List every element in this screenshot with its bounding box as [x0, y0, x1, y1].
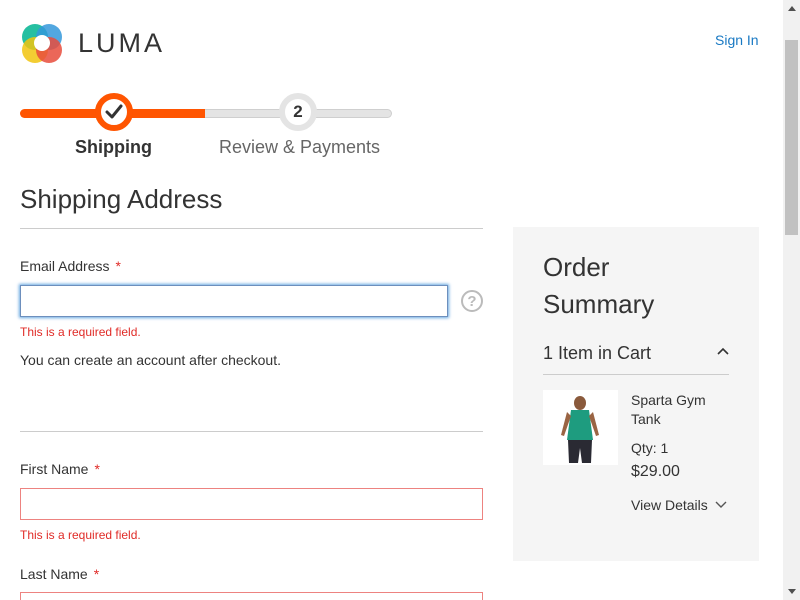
- email-field[interactable]: [20, 285, 448, 317]
- divider: [20, 431, 483, 432]
- logo-text: LUMA: [78, 27, 166, 58]
- account-note: You can create an account after checkout…: [20, 352, 281, 368]
- scroll-down-arrow[interactable]: [783, 583, 800, 600]
- chevron-down-icon: [715, 501, 727, 508]
- step-shipping-label: Shipping: [75, 137, 152, 157]
- divider: [20, 228, 483, 229]
- product-price: $29.00: [631, 463, 680, 480]
- email-label: Email Address *: [20, 258, 121, 274]
- help-icon[interactable]: ?: [461, 290, 483, 312]
- triangle-up-icon: [787, 6, 796, 11]
- luma-logo-icon: [22, 24, 62, 63]
- scrollbar-thumb[interactable]: [785, 40, 798, 235]
- email-label-text: Email Address: [20, 258, 110, 274]
- step-number: 2: [293, 102, 303, 121]
- first-name-label-text: First Name: [20, 461, 89, 477]
- first-name-error: This is a required field.: [20, 528, 141, 542]
- product-qty: Qty: 1: [631, 440, 669, 456]
- checkmark-icon: [105, 104, 123, 119]
- required-marker: *: [115, 258, 121, 274]
- shipping-address-title: Shipping Address: [20, 184, 223, 214]
- step-shipping-marker: [95, 93, 133, 131]
- product-name[interactable]: Sparta Gym Tank: [631, 391, 731, 429]
- view-details-toggle[interactable]: View Details: [631, 497, 727, 513]
- product-thumbnail[interactable]: [543, 390, 618, 465]
- first-name-field[interactable]: [20, 488, 483, 520]
- last-name-label-text: Last Name: [20, 566, 88, 582]
- product-image: [543, 390, 618, 465]
- cart-items-toggle[interactable]: 1 Item in Cart: [543, 339, 729, 375]
- order-summary-title: Order Summary: [543, 252, 655, 319]
- luma-logo[interactable]: LUMA: [20, 21, 165, 65]
- order-summary: Order Summary 1 Item in Cart Sparta Gym …: [513, 227, 759, 561]
- step-review-label[interactable]: Review & Payments: [219, 137, 380, 158]
- required-marker: *: [93, 566, 100, 582]
- scroll-up-arrow[interactable]: [783, 0, 800, 17]
- last-name-label: Last Name *: [20, 566, 99, 582]
- page-scrollbar[interactable]: [783, 0, 800, 600]
- triangle-down-icon: [787, 589, 796, 594]
- checkout-progress-bar: 2 Shipping Review & Payments: [20, 90, 392, 160]
- sign-in-link[interactable]: Sign In: [715, 32, 759, 48]
- last-name-field[interactable]: [20, 592, 483, 600]
- cart-count: 1 Item in Cart: [543, 343, 652, 363]
- step-review-marker[interactable]: 2: [279, 93, 317, 131]
- chevron-up-icon: [717, 347, 729, 355]
- required-marker: *: [94, 461, 100, 477]
- view-details-label: View Details: [631, 497, 708, 513]
- first-name-label: First Name *: [20, 461, 100, 477]
- email-error: This is a required field.: [20, 325, 141, 339]
